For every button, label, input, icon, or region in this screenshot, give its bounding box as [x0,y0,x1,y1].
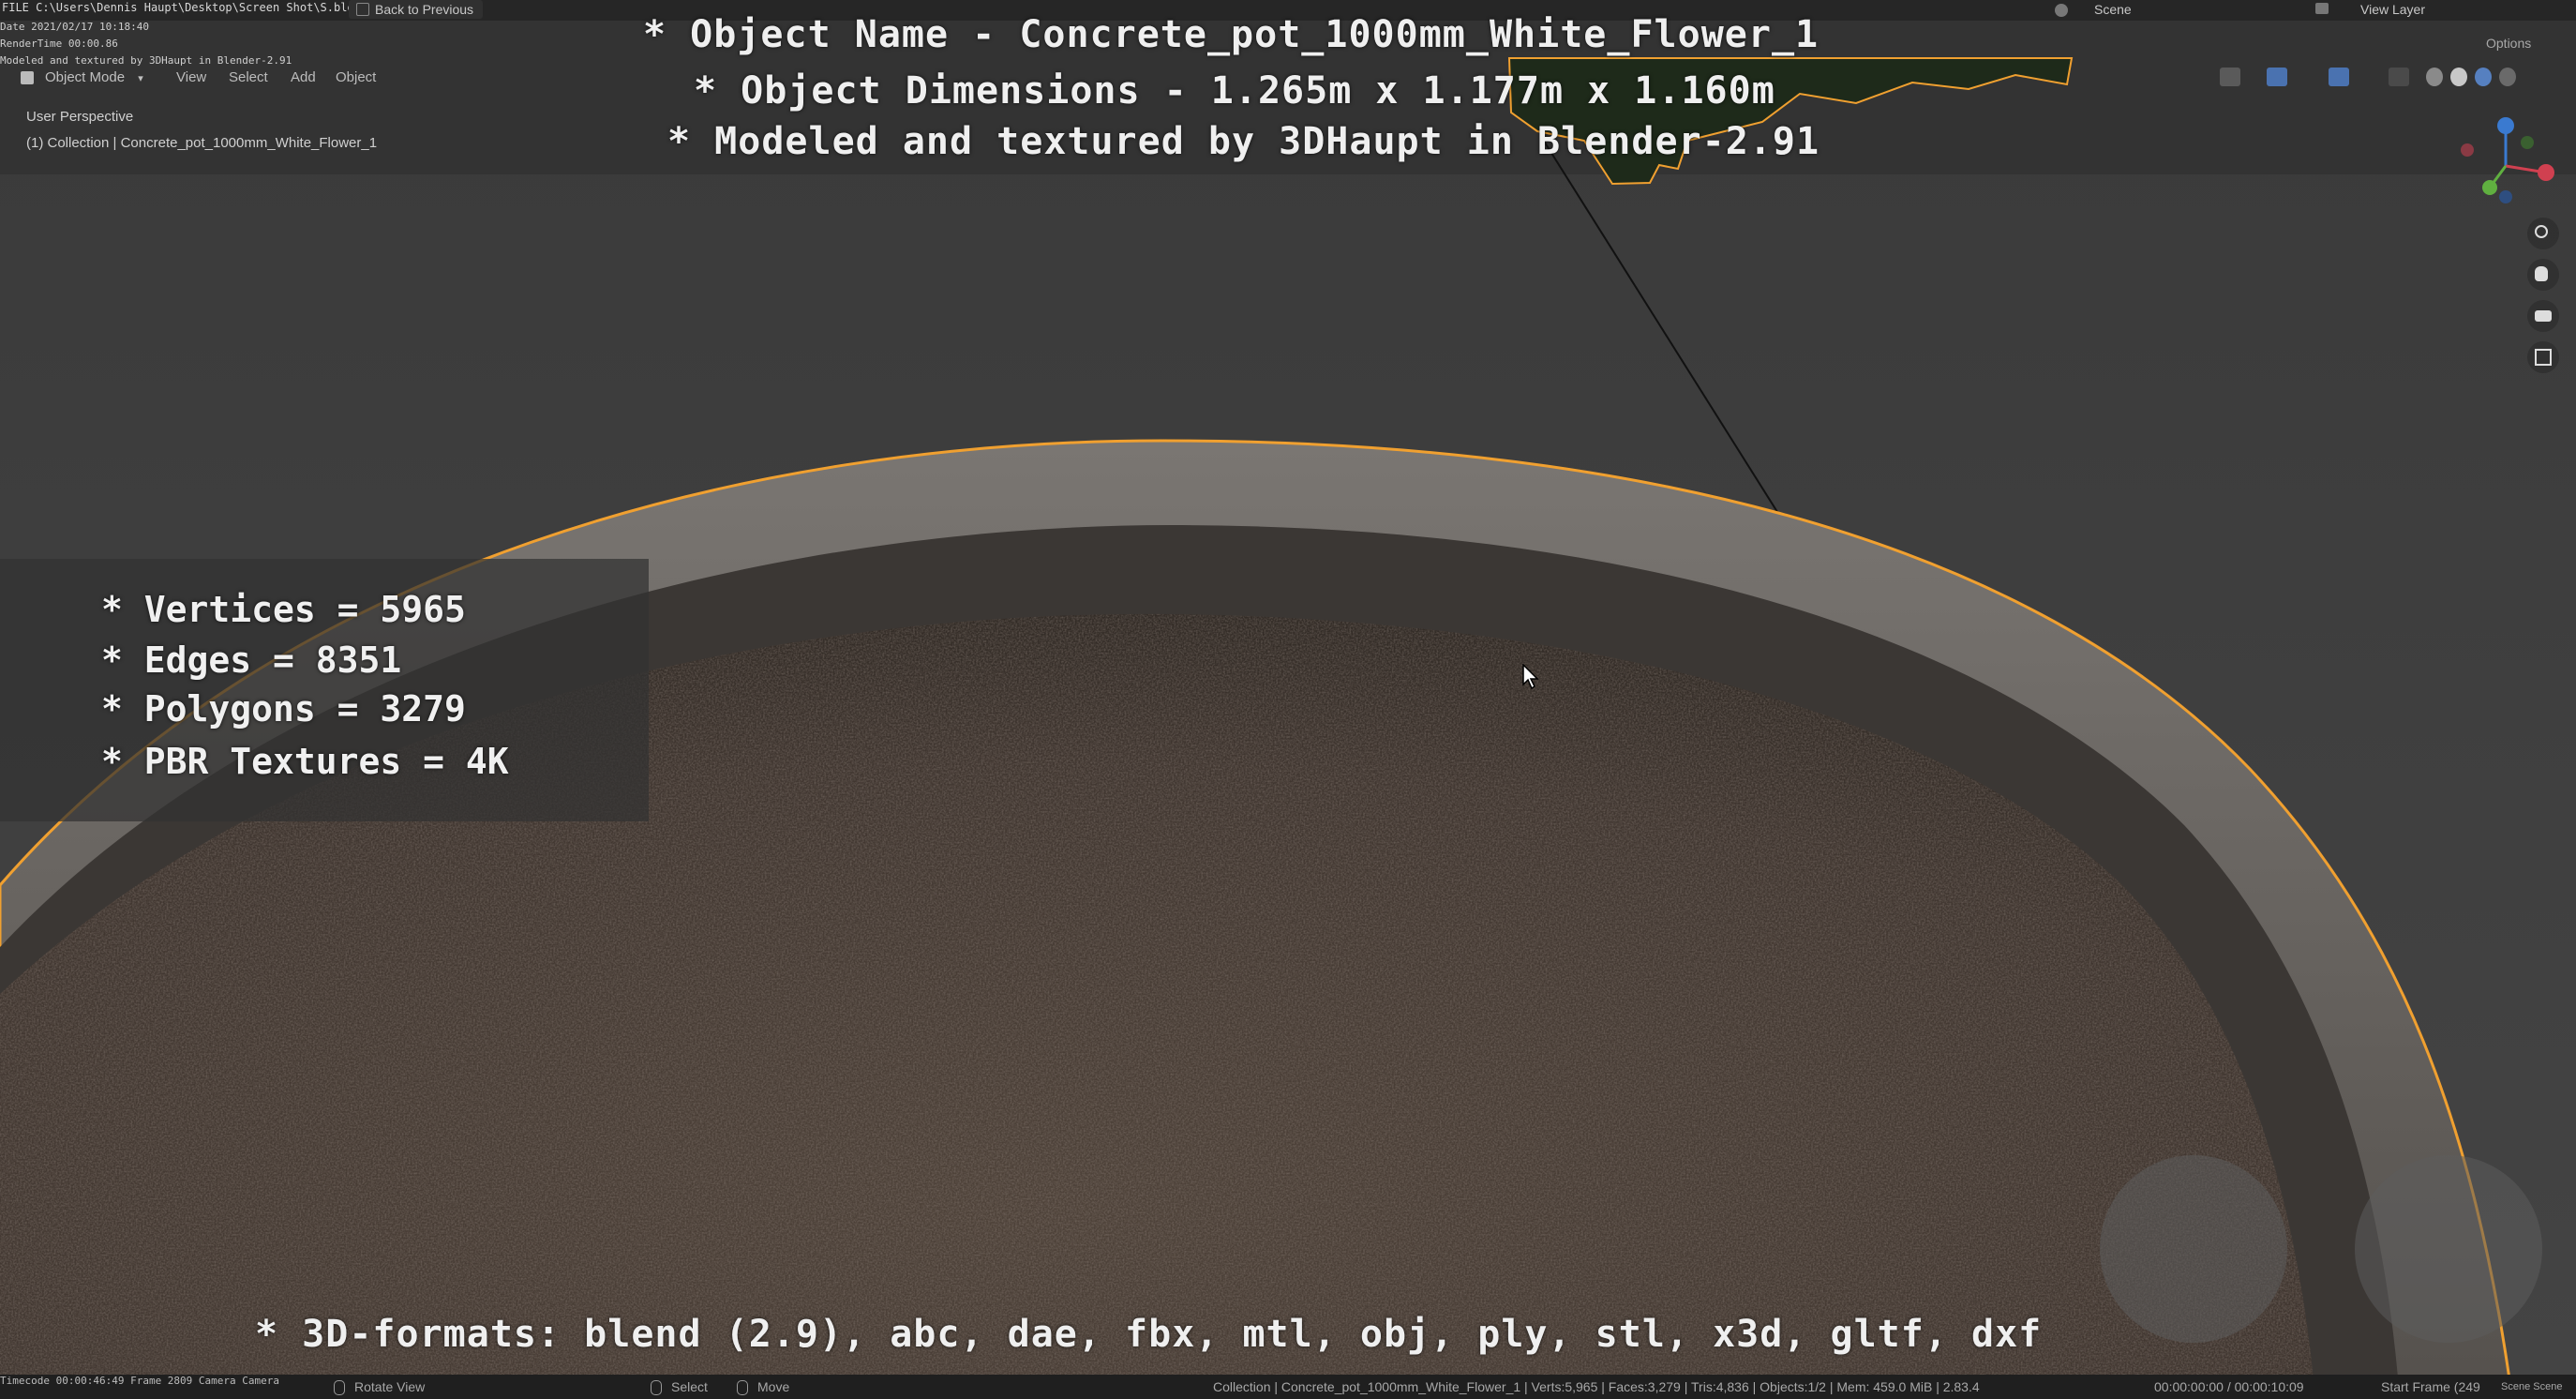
touch-button-left[interactable] [2100,1155,2287,1343]
move-hint: Move [737,1375,789,1399]
stat-edges: * Edges = 8351 [101,639,402,681]
back-to-previous-label: Back to Previous [375,2,474,17]
camera-view-button[interactable] [2527,300,2559,332]
object-mode-icon [21,71,34,84]
menu-select[interactable]: Select [229,68,268,88]
touch-button-right[interactable] [2355,1155,2542,1343]
menu-view[interactable]: View [176,68,206,88]
object-dimensions-line: * Object Dimensions - 1.265m x 1.177m x … [694,69,1775,113]
back-to-previous-button[interactable]: Back to Previous [349,0,484,19]
overlay-toggle-icon[interactable] [2329,68,2349,86]
modeled-by-line: * Modeled and textured by 3DHaupt in Ble… [667,120,1820,163]
perspective-toggle-button[interactable] [2527,341,2559,373]
menu-object[interactable]: Object [336,68,376,88]
scene-selector[interactable]: Scene [2055,0,2242,19]
formats-line: * 3D-formats: blend (2.9), abc, dae, fbx… [255,1313,2043,1356]
rotate-view-hint: Rotate View [334,1375,425,1399]
mouse-icon [651,1380,662,1396]
move-label: Move [757,1379,790,1394]
options-dropdown[interactable]: Options [2486,36,2531,51]
chevron-down-icon: ▾ [138,73,143,84]
zoom-button[interactable] [2527,218,2559,249]
scene-label: Scene [2094,2,2132,17]
start-frame: Start Frame (249 [2381,1379,2480,1394]
navigation-gizmo[interactable] [2454,114,2557,218]
status-bar: Timecode 00:00:46:49 Frame 2809 Camera C… [0,1375,2576,1399]
select-hint: Select [651,1375,708,1399]
render-time: RenderTime 00:00.86 [0,38,118,50]
rotate-view-label: Rotate View [354,1379,426,1394]
file-path-text: FILE C:\Users\Dennis Haupt\Desktop\Scree… [2,1,368,14]
select-label: Select [671,1379,708,1394]
hand-icon [2535,266,2548,281]
mouse-cursor-icon [1522,664,1539,690]
render-date: Date 2021/02/17 10:18:40 [0,21,149,33]
menu-add[interactable]: Add [291,68,316,88]
pan-button[interactable] [2527,259,2559,291]
scene-name-status: Scene Scene [2501,1381,2563,1392]
view-layer-icon [2315,3,2329,14]
object-mode-label: Object Mode [45,69,126,85]
visibility-icon[interactable] [2220,68,2240,86]
view-layer-selector[interactable]: View Layer [2315,0,2531,19]
mouse-icon [737,1380,748,1396]
view-perspective-label: User Perspective [26,109,134,125]
stat-textures: * PBR Textures = 4K [101,741,509,782]
magnifier-icon [2535,225,2548,238]
object-mode-dropdown[interactable]: Object Mode ▾ [13,68,157,88]
wireframe-shading-icon[interactable] [2426,68,2443,86]
xray-toggle-icon[interactable] [2389,68,2409,86]
stat-polygons: * Polygons = 3279 [101,688,466,730]
camera-icon [2535,310,2552,322]
3d-viewport[interactable]: FILE C:\Users\Dennis Haupt\Desktop\Scree… [0,0,2576,1399]
playback-time: 00:00:00:00 / 00:00:10:09 [2154,1379,2304,1394]
material-shading-icon[interactable] [2475,68,2492,86]
gizmo-toggle-icon[interactable] [2267,68,2287,86]
grid-icon [2535,349,2552,366]
stat-vertices: * Vertices = 5965 [101,589,466,630]
scene-icon [2055,4,2068,18]
view-layer-label: View Layer [2360,2,2426,17]
timecode-text: Timecode 00:00:46:49 Frame 2809 Camera C… [0,1375,280,1387]
window-icon [356,3,369,16]
solid-shading-icon[interactable] [2450,68,2467,86]
object-name-line: * Object Name - Concrete_pot_1000mm_Whit… [643,13,1820,56]
scene-stats: Collection | Concrete_pot_1000mm_White_F… [1213,1379,1980,1394]
mouse-icon [334,1380,345,1396]
active-collection-label: (1) Collection | Concrete_pot_1000mm_Whi… [26,135,378,151]
rendered-shading-icon[interactable] [2499,68,2516,86]
render-note: Modeled and textured by 3DHaupt in Blend… [0,54,292,67]
